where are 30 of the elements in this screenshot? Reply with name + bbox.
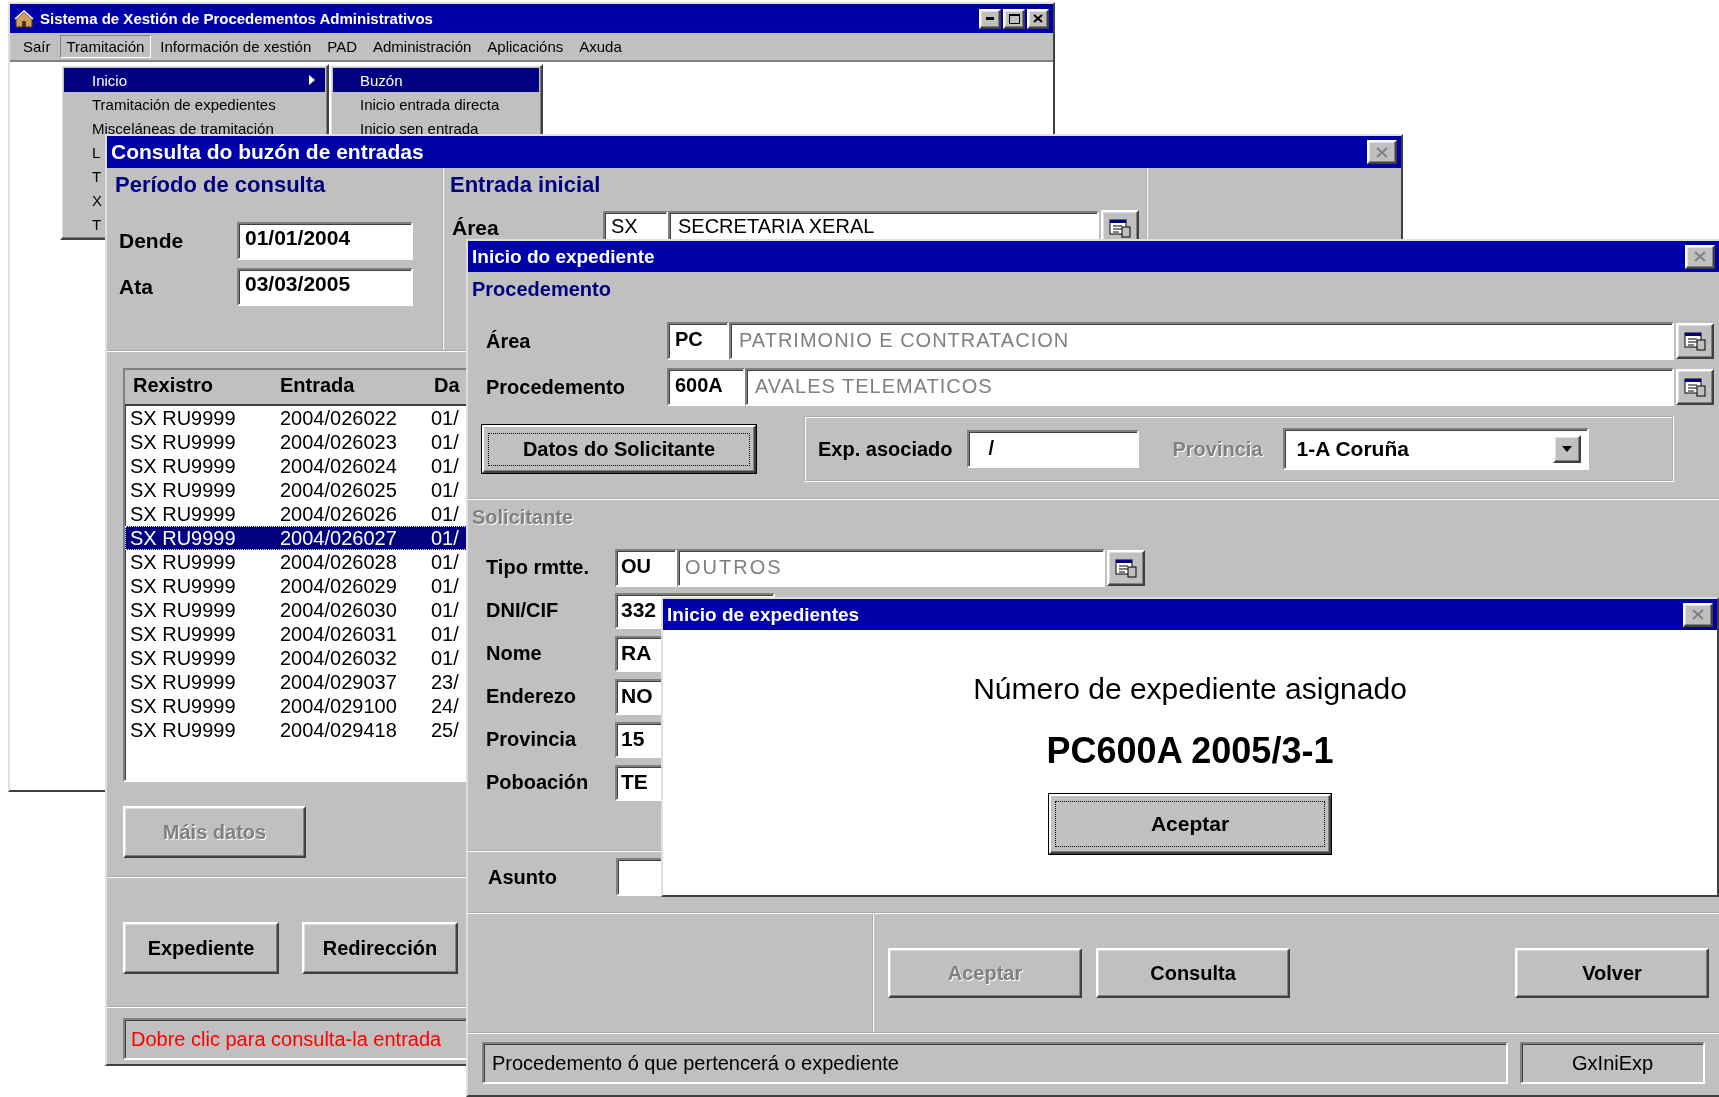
field-label: Procedemento [486, 375, 626, 399]
menu-entry-label: Misceláneas de tramitación [92, 119, 274, 137]
dialog-message: Número de expediente asignado [973, 672, 1407, 706]
field-label: Tipo rmtte. [486, 556, 590, 579]
window-title: Inicio do expediente [472, 245, 656, 268]
group-title: Período de consulta [114, 171, 327, 198]
field-label: Área [451, 216, 500, 240]
menu-entry-label: Inicio [92, 71, 128, 89]
field-label: Nome [486, 642, 543, 665]
dropdown-value: 1-A Coruña [1296, 437, 1409, 461]
field-label: Poboación [486, 771, 590, 794]
field-label: Dende [118, 229, 185, 253]
menu-entry-label: X [92, 191, 102, 209]
status-code: GxIniExp [1520, 1042, 1705, 1084]
field-label: Ata [118, 275, 154, 299]
field-label: Asunto [488, 865, 558, 889]
field-label: Provincia [486, 728, 578, 751]
menu-entry-label: Tramitación de expedientes [92, 95, 276, 113]
case-number: PC600A 2005/3-1 [1046, 730, 1334, 772]
field-label: DNI/CIF [486, 599, 560, 622]
field-label: Provincia [1172, 437, 1263, 461]
group-title: Procedemento [471, 277, 612, 302]
window-title: Sistema de Xestión de Procedementos Administrativos [40, 10, 434, 27]
field-label: Enderezo [486, 685, 578, 708]
field-label: Área [486, 329, 532, 353]
group-title: Entrada inicial [449, 171, 602, 198]
field-label: Exp. asociado [818, 437, 953, 461]
window-title: Inicio de expedientes [667, 603, 861, 626]
menu-entry-label: T [92, 215, 102, 233]
window-title: Consulta do buzón de entradas [111, 140, 425, 164]
